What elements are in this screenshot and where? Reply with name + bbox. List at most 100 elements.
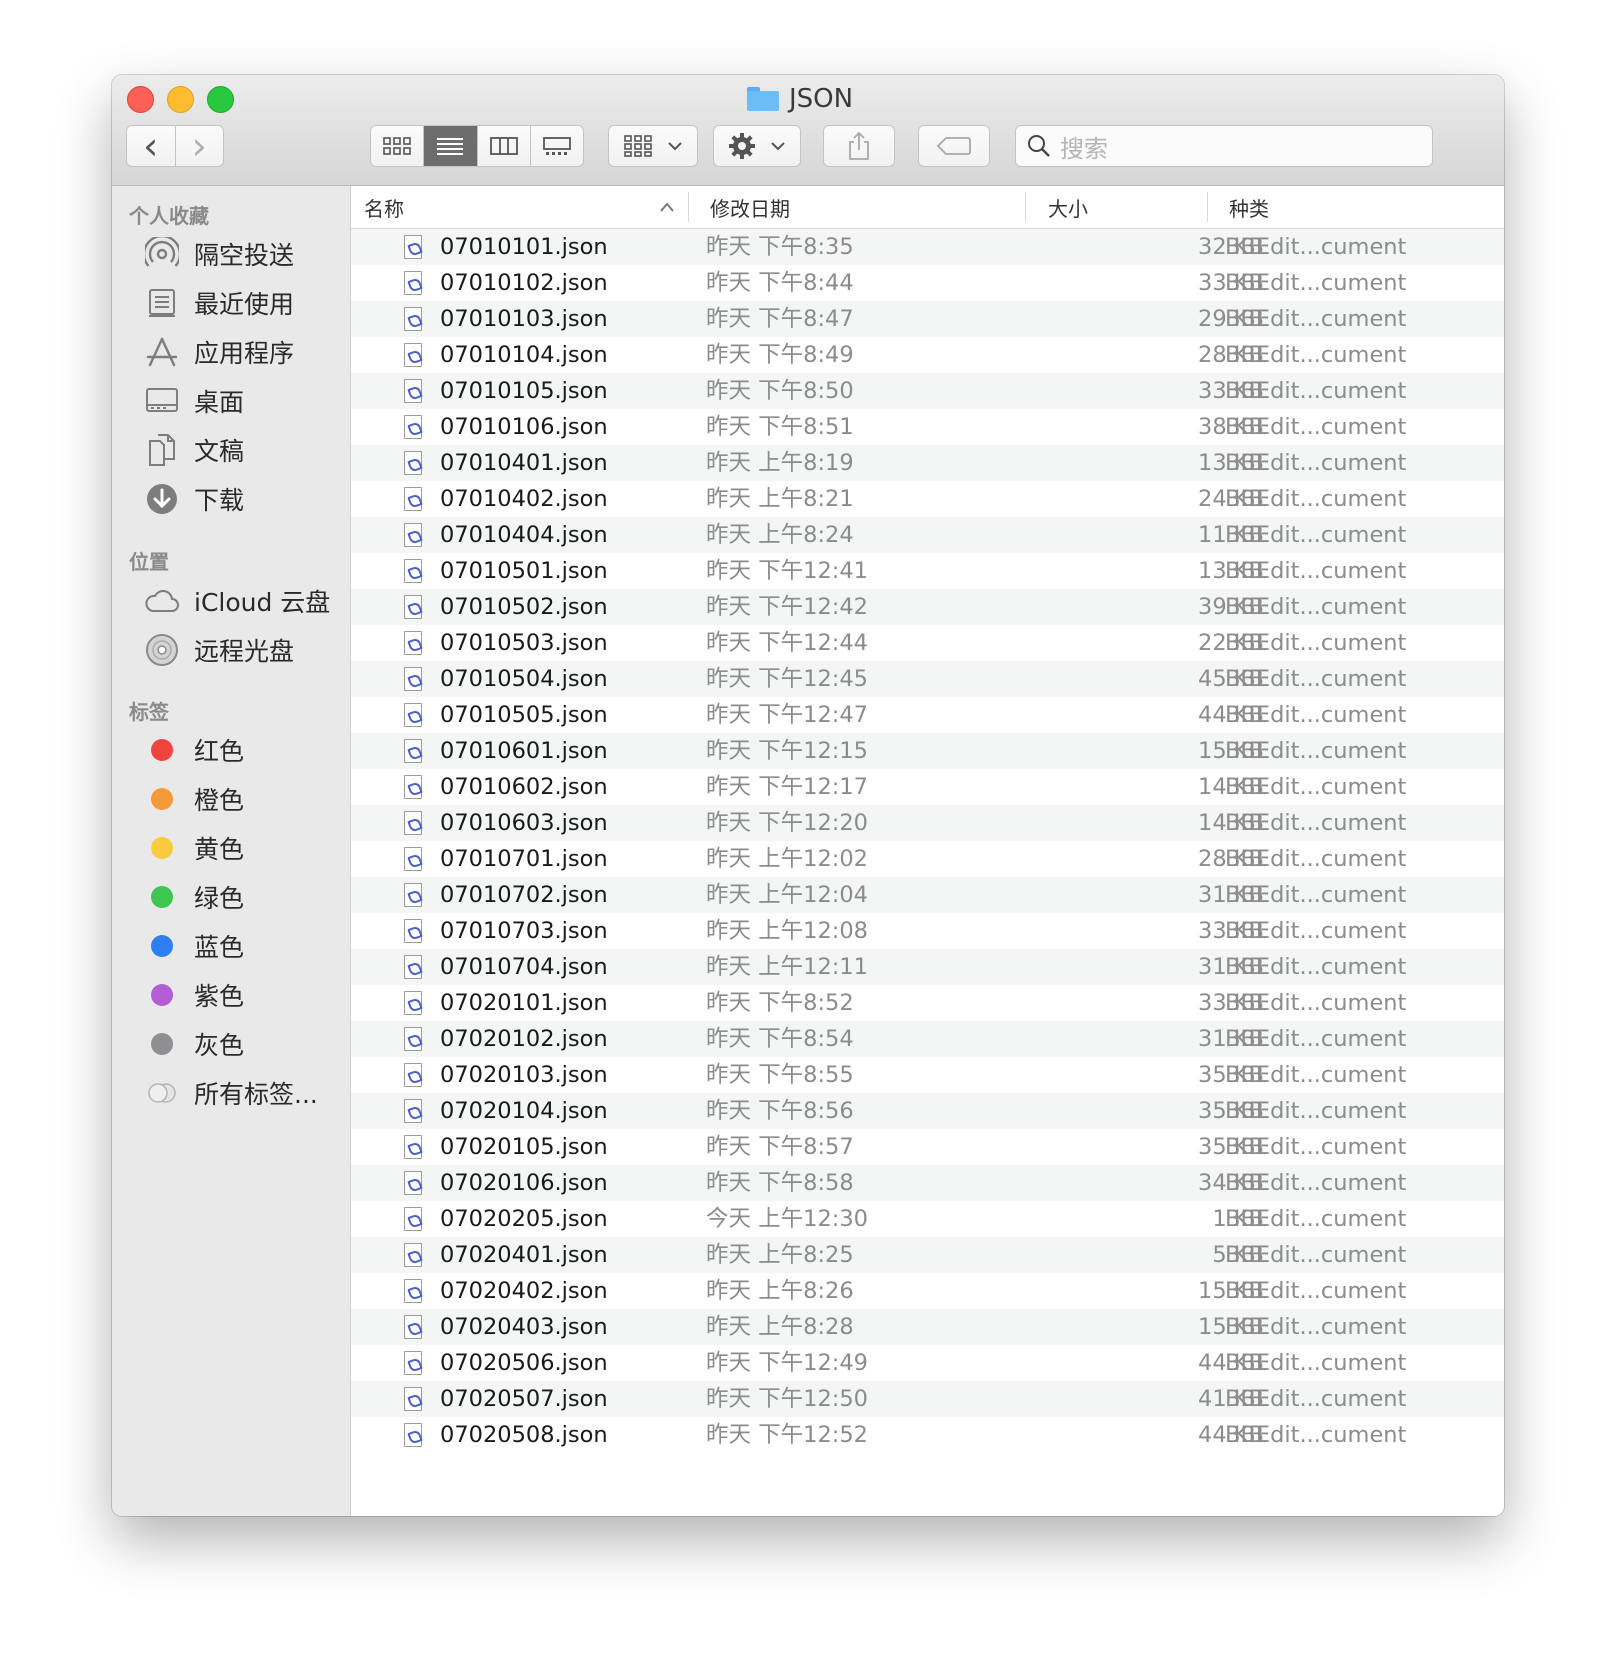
file-name: 07010505.json	[440, 702, 608, 728]
icon-view-button[interactable]	[371, 126, 423, 166]
list-view-button[interactable]	[423, 126, 477, 166]
action-menu-button[interactable]	[713, 125, 801, 167]
sidebar-tag-orange[interactable]: 橙色	[144, 777, 244, 821]
table-row[interactable]: 07010102.json 昨天 下午8:44 33 KB BBEdit...cume…	[351, 265, 1504, 301]
sort-ascending-icon[interactable]	[659, 201, 675, 213]
share-button[interactable]	[823, 125, 895, 167]
column-header-label: 种类	[1229, 196, 1269, 221]
sidebar-item-icloud[interactable]: iCloud 云盘	[144, 579, 330, 623]
table-row[interactable]: 07010402.json 昨天 上午8:21 24 KB BBEdit...cume…	[351, 481, 1504, 517]
table-row[interactable]: 07020104.json 昨天 下午8:56 35 KB BBEdit...cume…	[351, 1093, 1504, 1129]
sidebar-item-label: 灰色	[194, 1031, 245, 1060]
table-row[interactable]: 07020401.json 昨天 上午8:25 5 KB BBEdit...cumen…	[351, 1237, 1504, 1273]
column-header-size[interactable]: 大小	[1048, 186, 1088, 228]
file-kind: BBEdit...cument	[1225, 1314, 1407, 1340]
file-modified-date: 昨天 上午8:28	[706, 1314, 854, 1340]
sidebar-item-downloads[interactable]: 下载	[144, 477, 244, 521]
table-row[interactable]: 07010404.json 昨天 上午8:24 11 KB BBEdit...cume…	[351, 517, 1504, 553]
table-row[interactable]: 07020103.json 昨天 下午8:55 35 KB BBEdit...cume…	[351, 1057, 1504, 1093]
tag-color-dot	[151, 984, 173, 1006]
table-row[interactable]: 07010104.json 昨天 下午8:49 28 KB BBEdit...cume…	[351, 337, 1504, 373]
table-row[interactable]: 07010502.json 昨天 下午12:42 39 KB BBEdit...cum…	[351, 589, 1504, 625]
airdrop-icon	[144, 236, 180, 272]
sidebar-tag-purple[interactable]: 紫色	[144, 973, 244, 1017]
gallery-view-button[interactable]	[529, 126, 583, 166]
json-document-icon	[404, 631, 424, 655]
table-row[interactable]: 07010505.json 昨天 下午12:47 44 KB BBEdit...cum…	[351, 697, 1504, 733]
table-row[interactable]: 07020506.json 昨天 下午12:49 44 KB BBEdit...cum…	[351, 1345, 1504, 1381]
file-name: 07010101.json	[440, 234, 608, 260]
table-row[interactable]: 07020101.json 昨天 下午8:52 33 KB BBEdit...cume…	[351, 985, 1504, 1021]
tag-color-dot	[151, 788, 173, 810]
table-row[interactable]: 07020102.json 昨天 下午8:54 31 KB BBEdit...cume…	[351, 1021, 1504, 1057]
table-row[interactable]: 07010401.json 昨天 上午8:19 13 KB BBEdit...cume…	[351, 445, 1504, 481]
table-row[interactable]: 07010503.json 昨天 下午12:44 22 KB BBEdit...cum…	[351, 625, 1504, 661]
table-row[interactable]: 07020106.json 昨天 下午8:58 34 KB BBEdit...cume…	[351, 1165, 1504, 1201]
minimize-window-button[interactable]	[167, 86, 194, 113]
sidebar-tag-red[interactable]: 红色	[144, 728, 244, 772]
sidebar-item-remote-disc[interactable]: 远程光盘	[144, 628, 294, 672]
table-row[interactable]: 07020507.json 昨天 下午12:50 41 KB BBEdit...cum…	[351, 1381, 1504, 1417]
back-button[interactable]: ‹	[127, 126, 175, 166]
column-divider[interactable]	[1025, 192, 1026, 222]
zoom-window-button[interactable]	[207, 86, 234, 113]
table-row[interactable]: 07010101.json 昨天 下午8:35 32 KB BBEdit...cume…	[351, 229, 1504, 265]
edit-tags-button[interactable]	[918, 125, 990, 167]
search-field[interactable]: 搜索	[1015, 125, 1433, 167]
table-row[interactable]: 07010701.json 昨天 上午12:02 28 KB BBEdit...cum…	[351, 841, 1504, 877]
file-name: 07010701.json	[440, 846, 608, 872]
table-row[interactable]: 07020205.json 今天 上午12:30 1 KB BBEdit...cume…	[351, 1201, 1504, 1237]
close-window-button[interactable]	[127, 86, 154, 113]
forward-button[interactable]: ›	[174, 124, 224, 168]
column-header-name[interactable]: 名称	[364, 186, 404, 228]
back-forward-group: ‹ ›	[126, 125, 224, 167]
column-header-kind[interactable]: 种类	[1229, 186, 1269, 228]
table-row[interactable]: 07010105.json 昨天 下午8:50 33 KB BBEdit...cume…	[351, 373, 1504, 409]
sidebar-all-tags[interactable]: 所有标签...	[144, 1071, 318, 1115]
file-modified-date: 昨天 下午12:52	[706, 1422, 868, 1448]
sidebar-tag-blue[interactable]: 蓝色	[144, 924, 244, 968]
table-row[interactable]: 07010603.json 昨天 下午12:20 14 KB BBEdit...cum…	[351, 805, 1504, 841]
column-divider[interactable]	[1207, 192, 1208, 222]
chevron-right-icon: ›	[191, 124, 207, 168]
json-document-icon	[404, 1423, 424, 1447]
table-row[interactable]: 07020508.json 昨天 下午12:52 44 KB BBEdit...cum…	[351, 1417, 1504, 1453]
table-row[interactable]: 07010704.json 昨天 上午12:11 31 KB BBEdit...cum…	[351, 949, 1504, 985]
table-row[interactable]: 07010106.json 昨天 下午8:51 38 KB BBEdit...cume…	[351, 409, 1504, 445]
sidebar-tag-gray[interactable]: 灰色	[144, 1022, 244, 1066]
column-divider[interactable]	[688, 192, 689, 222]
sidebar-item-desktop[interactable]: 桌面	[144, 379, 244, 423]
file-name: 07010102.json	[440, 270, 608, 296]
window-title-text: JSON	[789, 84, 854, 114]
column-header-label: 名称	[364, 196, 404, 221]
table-row[interactable]: 07010703.json 昨天 上午12:08 33 KB BBEdit...cum…	[351, 913, 1504, 949]
sidebar-item-applications[interactable]: 应用程序	[144, 330, 294, 374]
file-name: 07010401.json	[440, 450, 608, 476]
file-kind: BBEdit...cument	[1225, 810, 1407, 836]
group-by-button[interactable]	[608, 125, 698, 167]
table-row[interactable]: 07020403.json 昨天 上午8:28 15 KB BBEdit...cume…	[351, 1309, 1504, 1345]
sidebar-item-documents[interactable]: 文稿	[144, 428, 244, 472]
table-row[interactable]: 07010504.json 昨天 下午12:45 45 KB BBEdit...cum…	[351, 661, 1504, 697]
column-view-button[interactable]	[476, 126, 530, 166]
file-modified-date: 昨天 下午12:50	[706, 1386, 868, 1412]
file-kind: BBEdit...cument	[1225, 666, 1407, 692]
table-row[interactable]: 07020105.json 昨天 下午8:57 35 KB BBEdit...cume…	[351, 1129, 1504, 1165]
sidebar-item-airdrop[interactable]: 隔空投送	[144, 232, 294, 276]
sidebar-tag-yellow[interactable]: 黄色	[144, 826, 244, 870]
sidebar-tag-green[interactable]: 绿色	[144, 875, 244, 919]
table-row[interactable]: 07010501.json 昨天 下午12:41 13 KB BBEdit...cum…	[351, 553, 1504, 589]
table-row[interactable]: 07010602.json 昨天 下午12:17 14 KB BBEdit...cum…	[351, 769, 1504, 805]
column-header-date[interactable]: 修改日期	[710, 186, 790, 228]
table-row[interactable]: 07020402.json 昨天 上午8:26 15 KB BBEdit...cume…	[351, 1273, 1504, 1309]
file-kind: BBEdit...cument	[1225, 630, 1407, 656]
file-kind: BBEdit...cument	[1225, 1026, 1407, 1052]
table-row[interactable]: 07010103.json 昨天 下午8:47 29 KB BBEdit...cume…	[351, 301, 1504, 337]
sidebar-item-label: 蓝色	[194, 933, 245, 962]
sidebar-item-label: 桌面	[194, 388, 245, 417]
sidebar-item-recents[interactable]: 最近使用	[144, 281, 294, 325]
table-row[interactable]: 07010601.json 昨天 下午12:15 15 KB BBEdit...cum…	[351, 733, 1504, 769]
json-document-icon	[404, 991, 424, 1015]
file-modified-date: 昨天 下午8:56	[706, 1098, 854, 1124]
table-row[interactable]: 07010702.json 昨天 上午12:04 31 KB BBEdit...cum…	[351, 877, 1504, 913]
